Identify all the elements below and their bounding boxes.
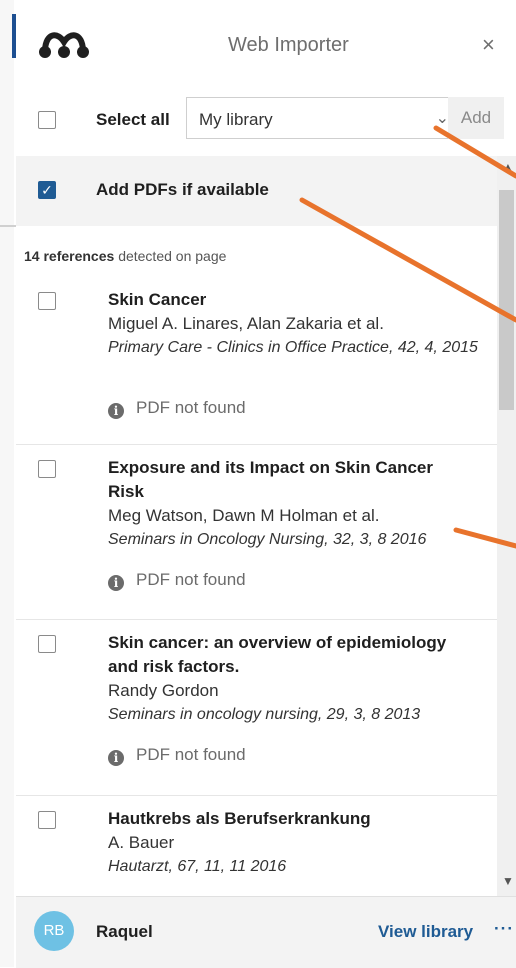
reference-authors: Meg Watson, Dawn M Holman et al. [108, 506, 380, 525]
reference-item[interactable]: Skin Cancer Miguel A. Linares, Alan Zaka… [16, 276, 497, 445]
reference-item[interactable]: Exposure and its Impact on Skin Cancer R… [16, 444, 497, 620]
reference-journal: Primary Care - Clinics in Office Practic… [108, 339, 478, 356]
add-pdfs-checkbox[interactable]: ✓ [38, 181, 56, 199]
info-icon: i [108, 403, 124, 419]
reference-authors: A. Bauer [108, 833, 175, 852]
reference-journal: Seminars in Oncology Nursing, 32, 3, 8 2… [108, 531, 427, 548]
scroll-up-icon[interactable]: ▲ [502, 160, 514, 174]
scrollbar[interactable]: ▲ ▼ [497, 156, 516, 896]
pdf-status: i PDF not found [108, 398, 246, 419]
reference-item[interactable]: Hautkrebs als Berufserkrankung A. Bauer … [16, 795, 497, 896]
select-all-label[interactable]: Select all [96, 110, 170, 130]
reference-title: Skin cancer: an overview of epidemiology… [108, 633, 447, 676]
reference-item[interactable]: Skin cancer: an overview of epidemiology… [16, 619, 497, 796]
pdf-status-text: PDF not found [136, 570, 246, 589]
reference-list: 14 references detected on page Skin Canc… [16, 226, 497, 896]
web-importer-panel: Web Importer × Select all My library ⌄ A… [16, 0, 516, 968]
reference-title: Exposure and its Impact on Skin Cancer R… [108, 458, 433, 501]
background-window-divider [0, 225, 16, 227]
add-pdfs-label[interactable]: Add PDFs if available [96, 180, 269, 200]
references-detected-suffix: detected on page [118, 248, 227, 264]
info-icon: i [108, 575, 124, 591]
reference-checkbox[interactable] [38, 292, 56, 310]
add-button[interactable]: Add [448, 97, 504, 139]
reference-authors: Randy Gordon [108, 681, 219, 700]
reference-checkbox[interactable] [38, 460, 56, 478]
more-options-icon[interactable]: ··· [494, 919, 514, 939]
reference-authors: Miguel A. Linares, Alan Zakaria et al. [108, 314, 384, 333]
pdf-status-text: PDF not found [136, 745, 246, 764]
header: Web Importer × [16, 0, 516, 87]
panel-title: Web Importer [228, 34, 349, 56]
scroll-down-icon[interactable]: ▼ [502, 874, 514, 888]
reference-checkbox[interactable] [38, 635, 56, 653]
username: Raquel [96, 922, 153, 941]
footer: RB Raquel View library ··· [16, 896, 516, 968]
avatar[interactable]: RB [34, 911, 74, 951]
reference-title: Hautkrebs als Berufserkrankung [108, 809, 371, 828]
pdf-status: i PDF not found [108, 745, 246, 766]
mendeley-logo-icon [39, 32, 89, 58]
view-library-link[interactable]: View library [378, 922, 473, 942]
reference-journal: Hautarzt, 67, 11, 11 2016 [108, 858, 287, 875]
background-window-edge [0, 0, 14, 967]
chevron-down-icon: ⌄ [435, 110, 449, 127]
reference-title: Skin Cancer [108, 290, 207, 309]
library-select[interactable]: My library ⌄ [186, 97, 462, 139]
library-select-value: My library [199, 110, 273, 129]
references-count: 14 references [24, 248, 115, 264]
select-toolbar: Select all My library ⌄ Add [16, 86, 516, 157]
info-icon: i [108, 750, 124, 766]
select-all-checkbox[interactable] [38, 111, 56, 129]
pdf-status: i PDF not found [108, 570, 246, 591]
references-detected-text: 14 references detected on page [24, 248, 226, 264]
add-pdfs-bar: ✓ Add PDFs if available [16, 156, 516, 226]
close-icon[interactable]: × [482, 34, 495, 56]
scrollbar-thumb[interactable] [499, 190, 514, 410]
reference-journal: Seminars in oncology nursing, 29, 3, 8 2… [108, 706, 421, 723]
pdf-status-text: PDF not found [136, 398, 246, 417]
reference-checkbox[interactable] [38, 811, 56, 829]
